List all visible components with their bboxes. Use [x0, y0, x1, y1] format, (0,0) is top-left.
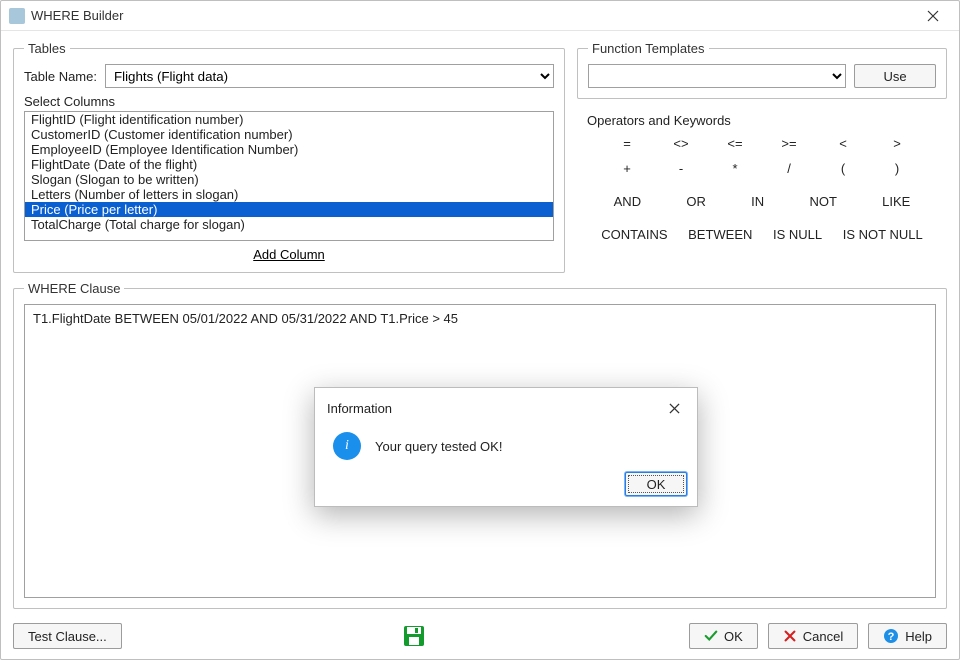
select-columns-label: Select Columns	[24, 94, 554, 109]
test-clause-button[interactable]: Test Clause...	[13, 623, 122, 649]
column-item[interactable]: Letters (Number of letters in slogan)	[25, 187, 553, 202]
operator[interactable]: CONTAINS	[597, 225, 671, 244]
close-icon	[927, 10, 939, 22]
window-title: WHERE Builder	[25, 8, 913, 23]
operators-legend: Operators and Keywords	[587, 113, 937, 128]
close-icon	[669, 403, 680, 414]
operator[interactable]: AND	[610, 192, 645, 211]
cancel-button-label: Cancel	[803, 629, 843, 644]
column-item[interactable]: Price (Price per letter)	[25, 202, 553, 217]
ok-button-label: OK	[724, 629, 743, 644]
function-template-select[interactable]	[588, 64, 846, 88]
help-button[interactable]: ? Help	[868, 623, 947, 649]
app-icon	[9, 8, 25, 24]
operator[interactable]: >=	[771, 134, 807, 153]
operator[interactable]: <>	[663, 134, 699, 153]
op-row-3: AND OR IN NOT LIKE	[587, 192, 937, 211]
tables-legend: Tables	[24, 41, 70, 56]
operator[interactable]: /	[771, 159, 807, 178]
function-template-row: Use	[588, 64, 936, 88]
column-item[interactable]: FlightDate (Date of the flight)	[25, 157, 553, 172]
dialog-titlebar: Information	[315, 388, 697, 422]
operators-grid: =<><=>=<> +-*/() ANDORINNOTLIKE CONTAINS…	[587, 134, 937, 244]
help-button-label: Help	[905, 629, 932, 644]
information-dialog: Information i Your query tested OK! OK	[314, 387, 698, 507]
dialog-title: Information	[327, 401, 661, 416]
svg-text:?: ?	[888, 631, 895, 643]
where-builder-window: WHERE Builder Tables Table Name: Flights…	[0, 0, 960, 660]
check-icon	[704, 629, 718, 643]
columns-listbox[interactable]: FlightID (Flight identification number)C…	[24, 111, 554, 241]
cancel-button[interactable]: Cancel	[768, 623, 858, 649]
table-name-label: Table Name:	[24, 69, 97, 84]
operator[interactable]: <	[825, 134, 861, 153]
operator[interactable]: <=	[717, 134, 753, 153]
op-row-2: +-* / ()	[587, 159, 937, 178]
right-panel: Function Templates Use Operators and Key…	[577, 41, 947, 273]
save-icon[interactable]	[402, 624, 426, 648]
use-button[interactable]: Use	[854, 64, 936, 88]
column-item[interactable]: EmployeeID (Employee Identification Numb…	[25, 142, 553, 157]
op-row-1: =<><=>=<>	[587, 134, 937, 153]
operator[interactable]: >	[879, 134, 915, 153]
close-button[interactable]	[913, 2, 953, 30]
operator[interactable]: LIKE	[878, 192, 914, 211]
column-item[interactable]: TotalCharge (Total charge for slogan)	[25, 217, 553, 232]
dialog-body: i Your query tested OK!	[315, 422, 697, 466]
content-area: Tables Table Name: Flights (Flight data)…	[1, 31, 959, 617]
column-item[interactable]: CustomerID (Customer identification numb…	[25, 127, 553, 142]
operator[interactable]: )	[879, 159, 915, 178]
dialog-ok-button[interactable]: OK	[625, 472, 687, 496]
function-templates-legend: Function Templates	[588, 41, 709, 56]
function-templates-fieldset: Function Templates Use	[577, 41, 947, 99]
tablename-row: Table Name: Flights (Flight data)	[24, 64, 554, 88]
column-item[interactable]: Slogan (Slogan to be written)	[25, 172, 553, 187]
bottom-bar: Test Clause... OK Cancel ? Help	[1, 617, 959, 659]
help-icon: ?	[883, 628, 899, 644]
operator[interactable]: IN	[747, 192, 768, 211]
operator[interactable]: BETWEEN	[684, 225, 756, 244]
tablename-select[interactable]: Flights (Flight data)	[105, 64, 554, 88]
tables-fieldset: Tables Table Name: Flights (Flight data)…	[13, 41, 565, 273]
where-clause-legend: WHERE Clause	[24, 281, 124, 296]
operator[interactable]: +	[609, 159, 645, 178]
dialog-close-button[interactable]	[661, 396, 687, 420]
operator[interactable]: -	[663, 159, 699, 178]
operator[interactable]: NOT	[805, 192, 840, 211]
dialog-message: Your query tested OK!	[375, 439, 502, 454]
operator[interactable]: IS NOT NULL	[839, 225, 927, 244]
op-row-4: CONTAINS BETWEEN IS NULL IS NOT NULL	[587, 225, 937, 244]
column-item[interactable]: FlightID (Flight identification number)	[25, 112, 553, 127]
operator[interactable]: OR	[682, 192, 710, 211]
info-icon: i	[333, 432, 361, 460]
operator[interactable]: IS NULL	[769, 225, 826, 244]
operators-box: Operators and Keywords =<><=>=<> +-*/() …	[577, 107, 947, 254]
operator[interactable]: =	[609, 134, 645, 153]
add-column-link[interactable]: Add Column	[24, 247, 554, 262]
titlebar: WHERE Builder	[1, 1, 959, 31]
operator[interactable]: (	[825, 159, 861, 178]
dialog-footer: OK	[315, 466, 697, 506]
cancel-icon	[783, 629, 797, 643]
ok-button[interactable]: OK	[689, 623, 758, 649]
operator[interactable]: *	[717, 159, 753, 178]
top-row: Tables Table Name: Flights (Flight data)…	[13, 41, 947, 273]
